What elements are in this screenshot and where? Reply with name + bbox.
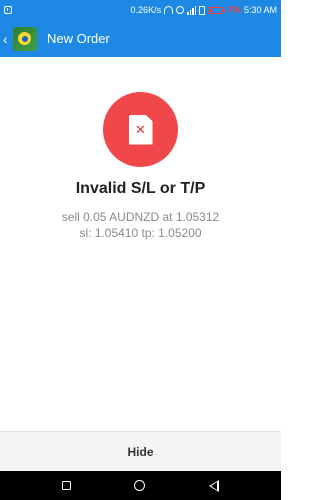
status-bar: 0.26K/s 7% 5:30 AM: [0, 0, 281, 20]
home-icon[interactable]: [134, 480, 146, 491]
signal-icon: [187, 5, 197, 15]
hide-button[interactable]: Hide: [0, 431, 281, 471]
headphone-icon: [164, 6, 174, 14]
document-error-icon: ✕: [128, 114, 153, 145]
sim-icon: [199, 5, 206, 15]
app-bar: ‹ New Order: [0, 20, 281, 57]
clock: 5:30 AM: [243, 5, 277, 15]
alarm-icon: [176, 6, 185, 14]
notification-icon: [4, 6, 12, 14]
error-title: Invalid S/L or T/P: [75, 180, 206, 197]
error-x-icon: ✕: [135, 122, 146, 138]
order-levels: sl: 1.05410 tp: 1.05200: [79, 226, 202, 240]
back-arrow-icon[interactable]: ‹: [3, 31, 12, 47]
back-icon[interactable]: [209, 479, 220, 492]
error-detail: sell 0.05 AUDNZD at 1.05312 sl: 1.05410 …: [0, 209, 281, 241]
page-title: New Order: [47, 31, 110, 46]
order-summary: sell 0.05 AUDNZD at 1.05312: [61, 210, 220, 224]
network-speed: 0.26K/s: [130, 5, 162, 15]
recents-icon[interactable]: [61, 481, 71, 490]
metatrader-app-icon[interactable]: [13, 26, 37, 51]
battery-percent: 7%: [227, 5, 241, 15]
battery-icon: [208, 6, 225, 14]
system-nav-bar: [0, 471, 281, 500]
error-badge: ✕: [103, 92, 178, 167]
